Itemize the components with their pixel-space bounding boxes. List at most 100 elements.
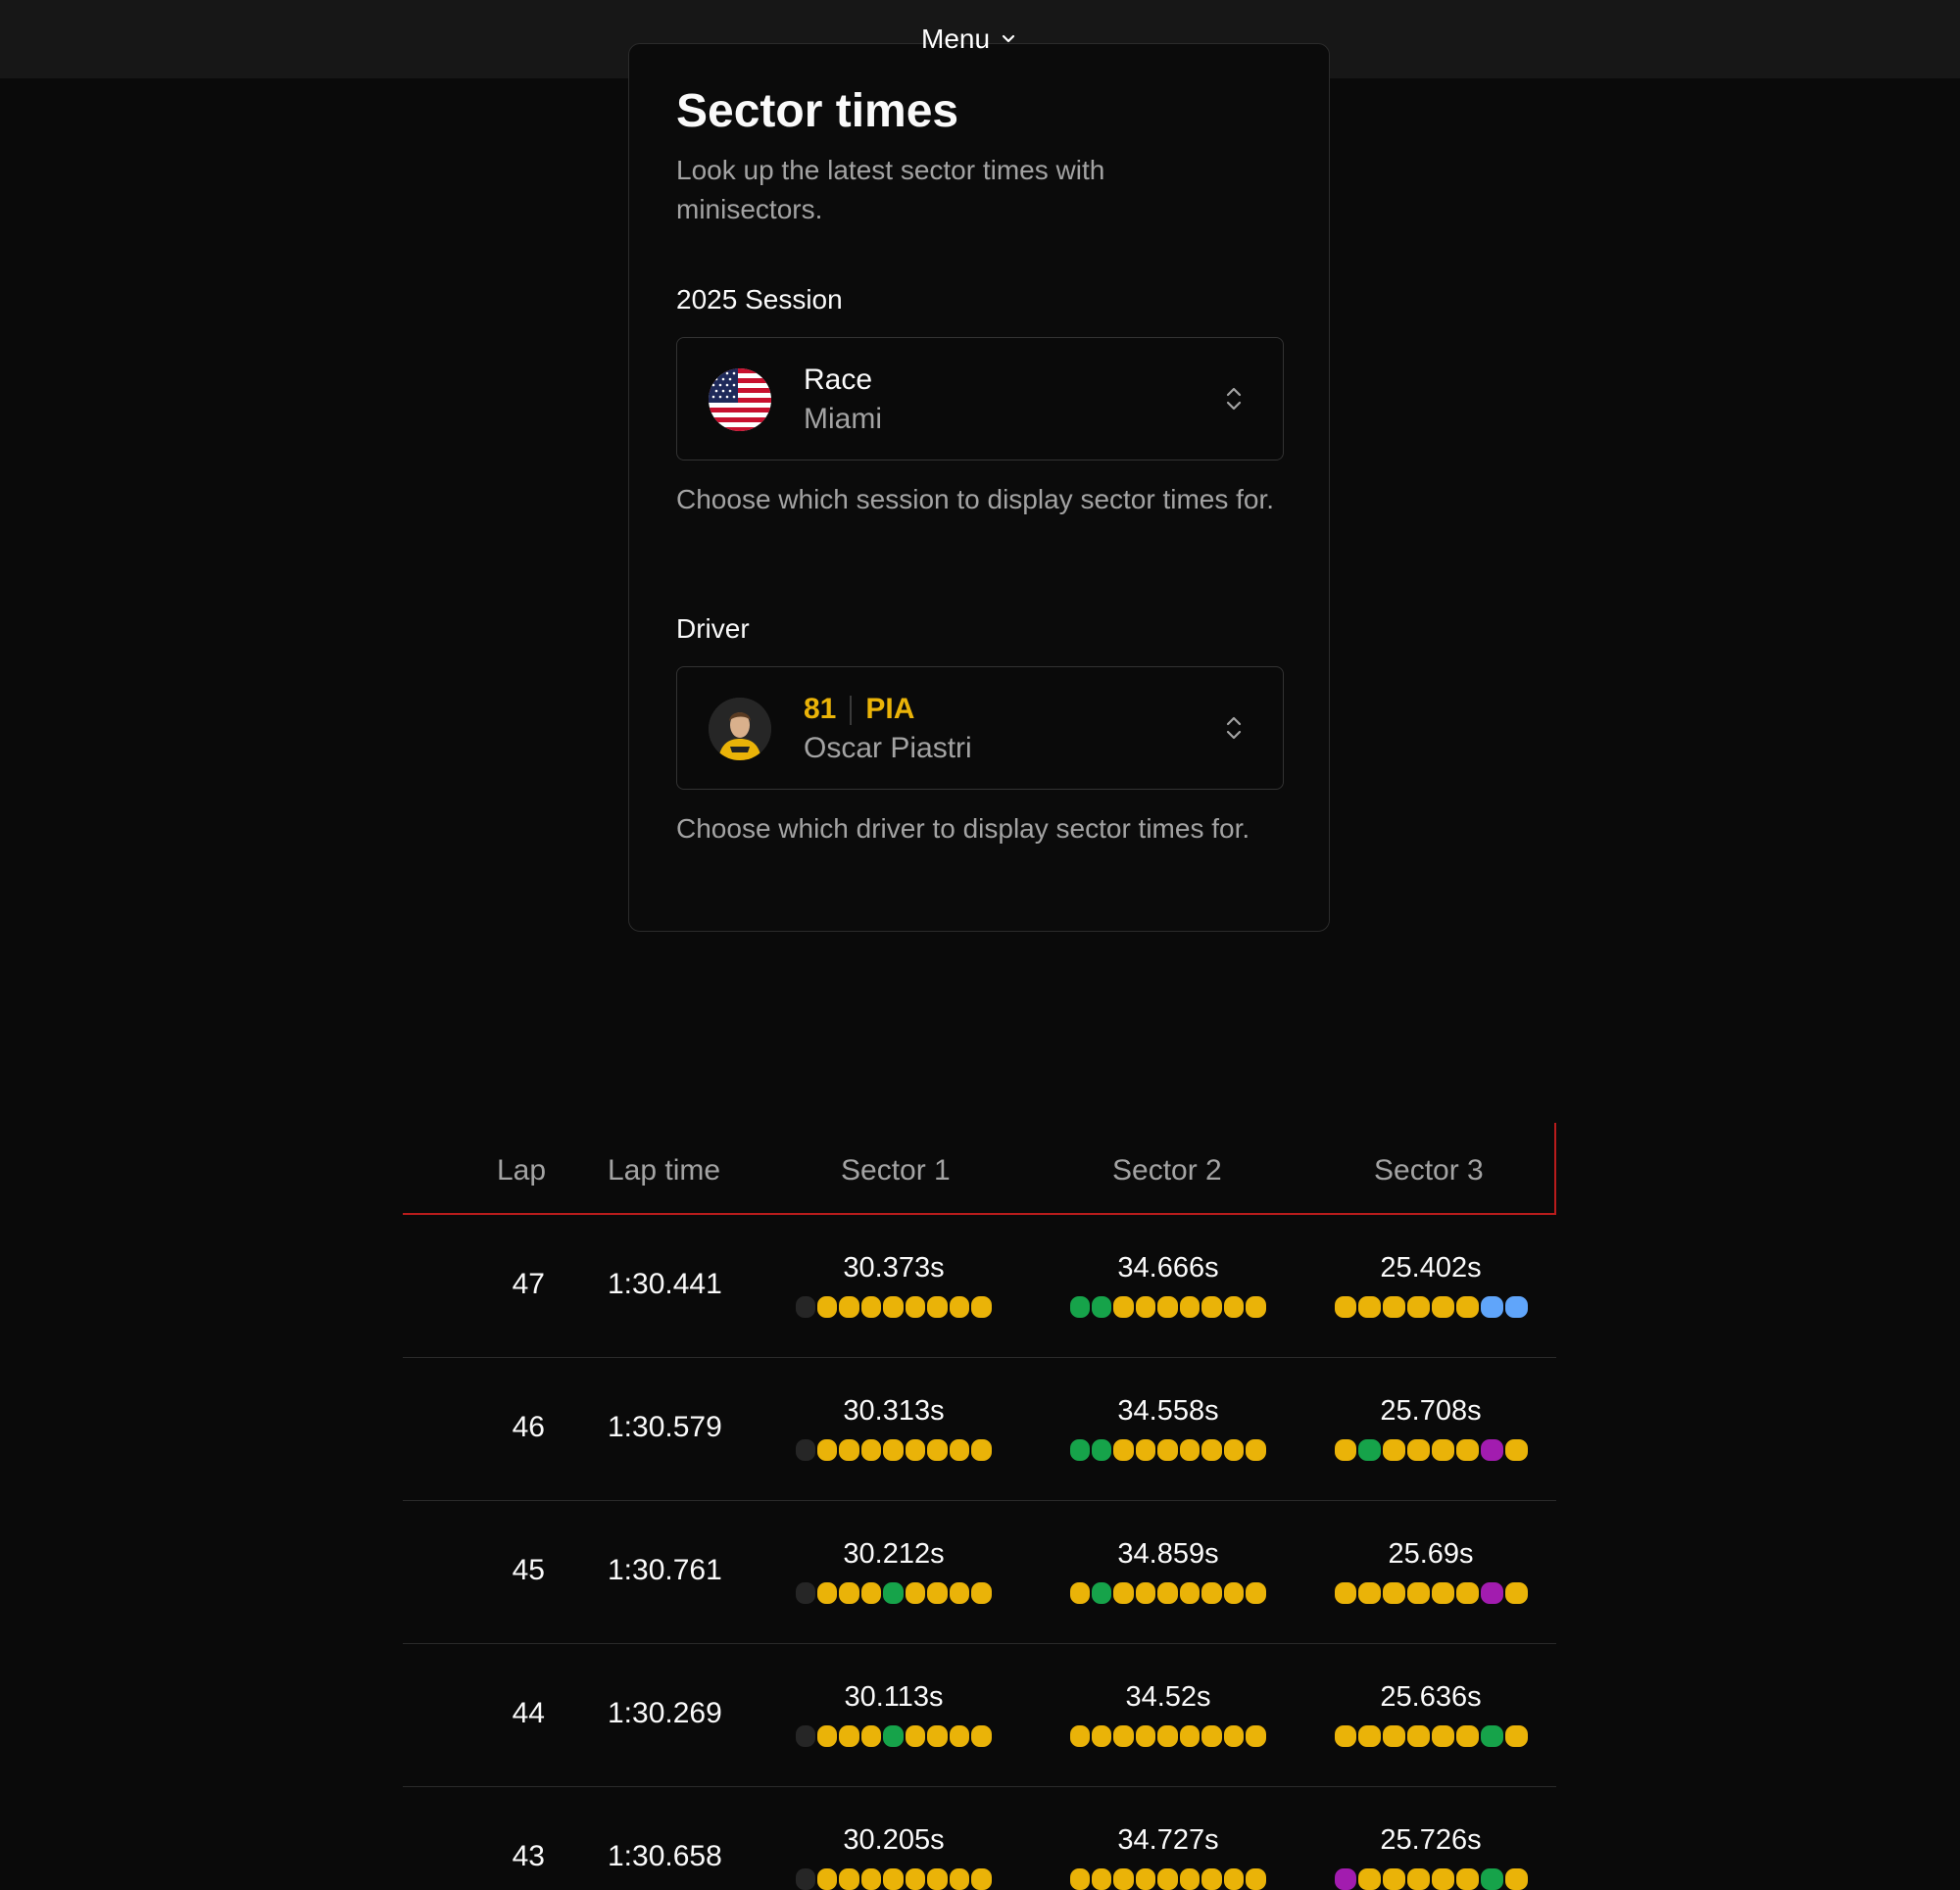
minisector-yellow [1406, 1296, 1430, 1318]
minisector-yellow [1179, 1582, 1200, 1604]
minisector-yellow [1357, 1725, 1381, 1747]
minisector-yellow [971, 1439, 993, 1461]
minisector-yellow [905, 1868, 926, 1890]
minisectors [1069, 1725, 1267, 1747]
minisector-purple [1480, 1582, 1503, 1604]
minisectors [1333, 1439, 1529, 1461]
minisector-yellow [839, 1868, 859, 1890]
minisector-yellow [1382, 1439, 1405, 1461]
minisector-yellow [1431, 1725, 1454, 1747]
minisector-yellow [1201, 1439, 1222, 1461]
minisector-yellow [1246, 1868, 1267, 1890]
session-label: 2025 Session [676, 284, 843, 315]
sector-time: 30.205s [843, 1824, 945, 1856]
minisector-yellow [1382, 1582, 1405, 1604]
lap-number: 47 [512, 1268, 545, 1300]
minisector-yellow [1223, 1868, 1245, 1890]
sector-cell: 34.666s [1069, 1252, 1267, 1318]
menu-button[interactable]: Menu [921, 18, 1017, 61]
minisector-yellow [1504, 1725, 1528, 1747]
minisector-yellow [1223, 1296, 1245, 1318]
minisector-yellow [1157, 1725, 1178, 1747]
minisectors [795, 1868, 993, 1890]
minisectors [1069, 1296, 1267, 1318]
driver-avatar [709, 698, 771, 760]
sector-time: 25.402s [1380, 1252, 1482, 1284]
minisector-yellow [949, 1725, 970, 1747]
minisector-yellow [1091, 1725, 1112, 1747]
sector-time: 34.727s [1117, 1824, 1219, 1856]
driver-number-abbr: 81 PIA [804, 693, 914, 726]
minisector-yellow [1201, 1725, 1222, 1747]
sector-cell: 34.727s [1069, 1824, 1267, 1890]
driver-select[interactable]: 81 PIA Oscar Piastri [676, 666, 1284, 790]
minisector-yellow [1201, 1868, 1222, 1890]
minisector-yellow [839, 1296, 859, 1318]
minisector-yellow [1157, 1296, 1178, 1318]
driver-name: Oscar Piastri [804, 732, 972, 764]
minisector-yellow [1135, 1296, 1156, 1318]
minisector-yellow [1223, 1725, 1245, 1747]
minisector-yellow [1334, 1439, 1356, 1461]
lap-time: 1:30.269 [608, 1697, 722, 1729]
session-select[interactable]: Race Miami [676, 337, 1284, 460]
row-divider [403, 1643, 1556, 1644]
sector-time: 25.636s [1380, 1681, 1482, 1713]
minisector-yellow [839, 1439, 859, 1461]
minisector-yellow [905, 1296, 926, 1318]
sector-cell: 34.52s [1069, 1681, 1267, 1747]
minisectors [1069, 1868, 1267, 1890]
minisector-yellow [816, 1296, 838, 1318]
chevron-down-icon [1000, 24, 1017, 55]
sector-time: 34.666s [1117, 1252, 1219, 1284]
minisector-yellow [1406, 1868, 1430, 1890]
minisector-green [883, 1582, 904, 1604]
minisector-yellow [971, 1725, 993, 1747]
minisector-yellow [1406, 1582, 1430, 1604]
sector-time: 30.313s [843, 1395, 945, 1427]
minisectors [795, 1725, 993, 1747]
minisector-yellow [1157, 1439, 1178, 1461]
sector-time: 30.113s [844, 1681, 944, 1713]
minisector-yellow [1334, 1725, 1356, 1747]
sector-cell: 30.113s [795, 1681, 993, 1747]
minisector-green [1069, 1439, 1090, 1461]
sector-cell: 34.558s [1069, 1395, 1267, 1461]
sector-time: 34.52s [1125, 1681, 1211, 1713]
minisector-blue [1504, 1296, 1528, 1318]
lap-number: 43 [512, 1840, 545, 1872]
minisector-yellow [860, 1582, 882, 1604]
minisector-yellow [905, 1725, 926, 1747]
lap-time: 1:30.441 [608, 1268, 722, 1300]
minisector-green [1480, 1868, 1503, 1890]
minisector-yellow [1504, 1868, 1528, 1890]
sector-cell: 25.636s [1333, 1681, 1529, 1747]
minisector-yellow [816, 1582, 838, 1604]
minisector-yellow [1113, 1439, 1134, 1461]
minisector-grey [795, 1582, 815, 1604]
minisector-yellow [1382, 1296, 1405, 1318]
header-lap: Lap [497, 1154, 547, 1187]
minisectors [795, 1296, 993, 1318]
minisector-yellow [949, 1868, 970, 1890]
minisector-yellow [1504, 1439, 1528, 1461]
minisector-yellow [883, 1868, 904, 1890]
minisector-yellow [816, 1439, 838, 1461]
row-divider [403, 1357, 1556, 1358]
minisector-purple [1480, 1439, 1503, 1461]
chevron-up-down-icon [1226, 716, 1242, 740]
minisector-yellow [1113, 1582, 1134, 1604]
header-sector-1: Sector 1 [841, 1154, 951, 1187]
minisectors [795, 1582, 993, 1604]
driver-label: Driver [676, 613, 750, 644]
minisectors [1069, 1439, 1267, 1461]
minisector-yellow [839, 1725, 859, 1747]
minisector-grey [795, 1296, 815, 1318]
minisector-yellow [1431, 1439, 1454, 1461]
sector-cell: 34.859s [1069, 1538, 1267, 1604]
page-title: Sector times [676, 85, 959, 137]
minisectors [1333, 1296, 1529, 1318]
minisector-yellow [1246, 1582, 1267, 1604]
minisector-yellow [1246, 1296, 1267, 1318]
minisector-green [1069, 1296, 1090, 1318]
